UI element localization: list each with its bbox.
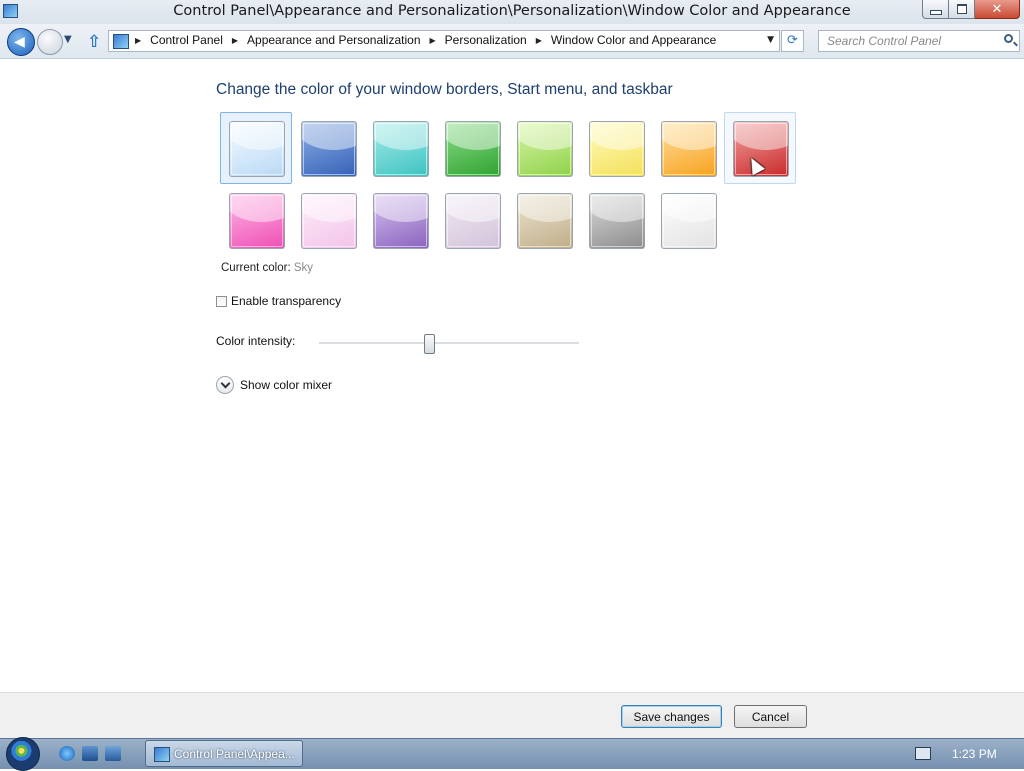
breadcrumb-separator-icon[interactable]: ▶	[430, 36, 436, 45]
current-color-value: Sky	[293, 262, 314, 274]
taskbar: Control Panel\Appea... 1:23 PM	[0, 737, 1024, 771]
color-swatch-pumpkin[interactable]	[652, 112, 724, 184]
color-swatch-tile	[517, 121, 573, 177]
clock[interactable]: 1:23 PM	[952, 747, 997, 761]
color-swatch-chocolate[interactable]	[580, 184, 652, 256]
dialog-footer: Save changes Cancel	[0, 692, 1024, 739]
color-swatch-tile	[445, 121, 501, 177]
up-arrow-icon[interactable]: ⇧	[87, 32, 101, 52]
breadcrumb-separator-icon[interactable]: ▶	[536, 36, 542, 45]
refresh-button[interactable]: ⟳	[781, 30, 804, 52]
breadcrumb: ▶ Control Panel ▶ Appearance and Persona…	[133, 33, 716, 47]
restore-icon	[956, 4, 967, 14]
back-arrow-icon: ◀	[14, 34, 25, 50]
color-swatch-leaf[interactable]	[436, 112, 508, 184]
color-swatch-taupe[interactable]	[508, 184, 580, 256]
color-swatch-tile	[229, 121, 285, 177]
maximize-button[interactable]	[949, 0, 975, 19]
breadcrumb-control-panel[interactable]: Control Panel	[150, 33, 223, 47]
color-swatch-fuchsia[interactable]	[220, 184, 292, 256]
breadcrumb-separator-icon[interactable]: ▶	[232, 36, 238, 45]
title-bar: Control Panel\Appearance and Personaliza…	[0, 0, 1024, 24]
back-button[interactable]: ◀	[7, 28, 35, 56]
navigation-bar: ◀ ▼ ⇧ ▶ Control Panel ▶ Appearance and P…	[0, 24, 1024, 59]
transparency-option[interactable]: Enable transparency	[216, 294, 341, 308]
color-swatch-tile	[301, 193, 357, 249]
breadcrumb-window-color[interactable]: Window Color and Appearance	[551, 33, 716, 47]
address-dropdown-icon[interactable]: ▼	[767, 35, 774, 45]
window-controls: ✕	[922, 0, 1020, 19]
show-color-mixer-toggle[interactable]: Show color mixer	[216, 376, 332, 394]
breadcrumb-separator-icon[interactable]: ▶	[135, 36, 141, 45]
address-bar[interactable]: ▶ Control Panel ▶ Appearance and Persona…	[108, 30, 780, 52]
transparency-label[interactable]: Enable transparency	[231, 294, 341, 308]
color-swatch-tile	[445, 193, 501, 249]
taskbar-item-control-panel[interactable]: Control Panel\Appea...	[145, 740, 303, 767]
color-intensity-slider[interactable]	[319, 332, 579, 354]
color-swatch-tile	[661, 121, 717, 177]
breadcrumb-personalization[interactable]: Personalization	[445, 33, 527, 47]
color-swatch-tile	[229, 193, 285, 249]
color-swatch-tile	[373, 193, 429, 249]
internet-explorer-icon[interactable]	[59, 746, 75, 761]
chevron-down-icon[interactable]	[216, 376, 234, 394]
cancel-button[interactable]: Cancel	[734, 705, 807, 728]
search-box[interactable]	[818, 30, 1020, 52]
save-changes-button[interactable]: Save changes	[621, 705, 722, 728]
current-color-label: Current color:	[221, 262, 291, 274]
color-swatch-twilight[interactable]	[292, 112, 364, 184]
control-panel-icon	[113, 34, 129, 49]
color-swatch-lavender[interactable]	[436, 184, 508, 256]
switch-windows-icon[interactable]	[105, 746, 121, 761]
current-color: Current color: Sky	[221, 262, 313, 274]
transparency-checkbox[interactable]	[216, 295, 227, 307]
breadcrumb-appearance[interactable]: Appearance and Personalization	[247, 33, 420, 47]
search-icon[interactable]	[1004, 34, 1013, 43]
color-swatch-tile	[301, 121, 357, 177]
color-swatch-tile	[517, 193, 573, 249]
recent-pages-dropdown[interactable]: ▼	[64, 34, 72, 45]
taskbar-item-label: Control Panel\Appea...	[174, 747, 295, 761]
color-swatch-sky[interactable]	[220, 112, 292, 184]
minimize-button[interactable]	[922, 0, 949, 19]
color-swatch-sun[interactable]	[580, 112, 652, 184]
color-swatch-tile	[661, 193, 717, 249]
show-color-mixer-label[interactable]: Show color mixer	[240, 378, 332, 392]
close-icon: ✕	[991, 1, 1003, 17]
color-swatch-violet[interactable]	[364, 184, 436, 256]
slider-thumb[interactable]	[424, 334, 435, 354]
search-input[interactable]	[825, 33, 999, 49]
color-swatch-sea[interactable]	[364, 112, 436, 184]
color-swatch-blush[interactable]	[292, 184, 364, 256]
show-desktop-icon[interactable]	[82, 746, 98, 761]
minimize-icon	[929, 9, 942, 15]
page-title: Change the color of your window borders,…	[216, 81, 673, 98]
color-swatch-tile	[589, 193, 645, 249]
color-swatch-lime[interactable]	[508, 112, 580, 184]
color-swatch-tile	[589, 121, 645, 177]
color-swatch-ruby[interactable]	[724, 112, 796, 184]
slider-track[interactable]	[319, 342, 579, 345]
color-swatch-frost[interactable]	[652, 184, 724, 256]
network-icon[interactable]	[915, 747, 931, 760]
start-button[interactable]	[6, 737, 40, 771]
close-button[interactable]: ✕	[975, 0, 1020, 19]
color-intensity-label: Color intensity:	[216, 334, 296, 348]
color-swatch-tile	[373, 121, 429, 177]
window-title: Control Panel\Appearance and Personaliza…	[173, 3, 851, 19]
control-panel-icon	[154, 747, 170, 762]
forward-button[interactable]	[37, 29, 63, 55]
